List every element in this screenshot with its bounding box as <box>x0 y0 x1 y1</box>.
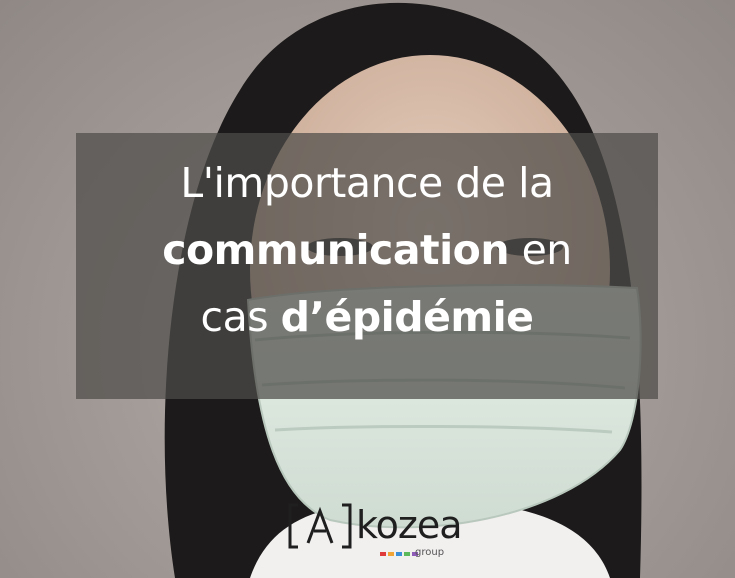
logo-color-dots <box>380 552 418 556</box>
kozea-logo: kozea group <box>288 503 463 567</box>
headline-line-2: communication en <box>76 217 658 284</box>
logo-dot <box>388 552 394 556</box>
logo-wordmark: kozea <box>356 503 463 547</box>
logo-dot <box>404 552 410 556</box>
headline-line-3: cas d’épidémie <box>76 284 658 351</box>
logo-subtext: group <box>415 547 445 558</box>
headline-bold-communication: communication <box>162 226 510 274</box>
headline-line-2-rest: en <box>509 226 573 274</box>
headline-line-3-plain: cas <box>200 293 281 341</box>
logo-dot <box>380 552 386 556</box>
logo-dot <box>396 552 402 556</box>
headline-line-1: L'importance de la <box>180 159 554 207</box>
logo-bracket-a-icon <box>288 503 352 549</box>
hero-image: L'importance de la communication en cas … <box>0 0 735 578</box>
headline: L'importance de la communication en cas … <box>76 150 658 351</box>
headline-bold-epidemie: d’épidémie <box>280 293 534 341</box>
